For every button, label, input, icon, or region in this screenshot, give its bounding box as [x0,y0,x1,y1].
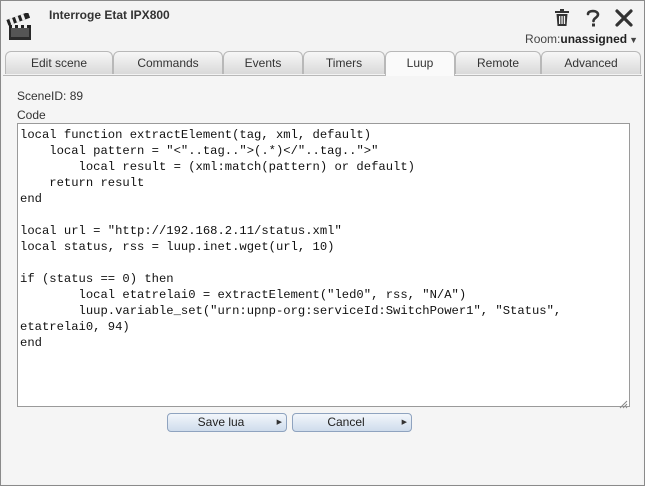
arrow-right-icon: ▶ [276,419,282,426]
resize-grip-icon[interactable] [619,396,628,409]
cancel-button[interactable]: Cancel ▶ [292,413,412,432]
code-text[interactable]: local function extractElement(tag, xml, … [18,124,629,354]
close-icon[interactable] [614,8,634,28]
question-icon[interactable] [583,8,603,28]
scene-id: SceneID: 89 [17,89,84,103]
code-editor[interactable]: local function extractElement(tag, xml, … [17,123,630,409]
tab-luup[interactable]: Luup [385,51,455,76]
chevron-down-icon: ▼ [629,35,638,45]
room-label: Room: [525,32,561,46]
tab-remote[interactable]: Remote [455,51,541,74]
tab-advanced[interactable]: Advanced [541,51,641,74]
window-title: Interroge Etat IPX800 [49,8,170,22]
trash-icon[interactable] [552,8,572,28]
window-actions [552,8,634,28]
scene-dialog: Interroge Etat IPX800 Room:unassigned ▼ … [0,0,645,486]
room-value: unassigned [560,32,628,46]
tab-bar: Edit scene Commands Events Timers Luup R… [3,51,642,76]
save-lua-button[interactable]: Save lua ▶ [167,413,287,432]
tab-commands[interactable]: Commands [113,51,223,74]
arrow-right-icon: ▶ [401,419,407,426]
tab-events[interactable]: Events [223,51,303,74]
title-bar: Interroge Etat IPX800 Room:unassigned ▼ [1,1,644,49]
cancel-label: Cancel [327,415,365,429]
save-lua-label: Save lua [197,415,245,429]
room-selector[interactable]: Room:unassigned ▼ [525,32,638,46]
luup-panel: SceneID: 89 Code local function extractE… [3,76,642,484]
tab-timers[interactable]: Timers [303,51,385,74]
clapperboard-icon [6,12,34,43]
code-label: Code [17,108,46,122]
tab-edit-scene[interactable]: Edit scene [5,51,113,74]
